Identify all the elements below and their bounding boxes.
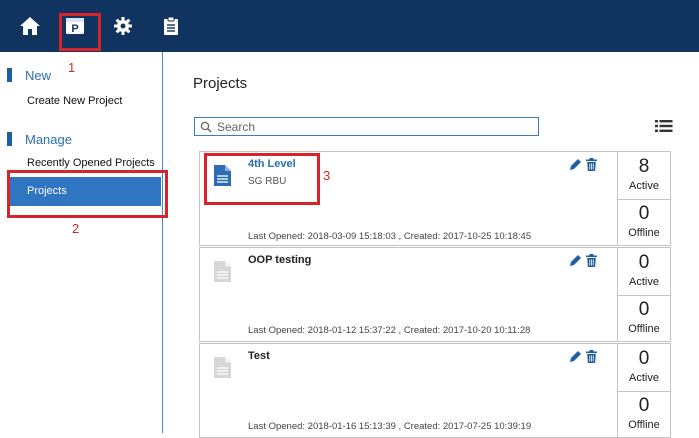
active-count: 8 xyxy=(638,156,650,177)
annotation-number-1: 1 xyxy=(68,60,76,75)
delete-icon[interactable] xyxy=(586,158,597,171)
document-icon xyxy=(214,357,231,378)
annotation-number-2: 2 xyxy=(72,221,80,236)
active-label: Active xyxy=(629,372,659,384)
project-stats: 0 Active 0 Offline xyxy=(617,247,671,342)
active-stat: 0 Active xyxy=(618,248,670,295)
annotation-box-3 xyxy=(204,153,320,205)
annotation-box-1 xyxy=(59,13,101,51)
card-actions xyxy=(569,350,599,364)
active-count: 0 xyxy=(638,348,650,369)
edit-icon[interactable] xyxy=(569,350,582,363)
sidebar-section-manage: Manage xyxy=(7,129,72,149)
project-card[interactable]: Test Last Opened: 2018-01-16 15:13:39 , … xyxy=(199,343,622,438)
top-navigation-bar: P xyxy=(0,0,699,52)
section-marker xyxy=(7,132,12,146)
offline-stat: 0 Offline xyxy=(618,391,670,438)
sidebar-section-new: New xyxy=(7,65,51,85)
active-label: Active xyxy=(629,276,659,288)
offline-count: 0 xyxy=(638,299,650,320)
section-label: Manage xyxy=(25,131,72,147)
card-actions xyxy=(569,158,599,172)
page-title: Projects xyxy=(193,75,248,92)
section-marker xyxy=(7,68,12,82)
gear-icon[interactable] xyxy=(109,12,137,40)
active-label: Active xyxy=(629,180,659,192)
home-icon[interactable] xyxy=(16,12,44,40)
card-actions xyxy=(569,254,599,268)
annotation-box-2 xyxy=(7,170,168,218)
clipboard-icon[interactable] xyxy=(157,12,185,40)
document-icon xyxy=(214,261,231,282)
search-placeholder: Search xyxy=(217,120,256,134)
search-icon xyxy=(200,121,212,133)
offline-label: Offline xyxy=(628,323,660,335)
project-name[interactable]: OOP testing xyxy=(248,254,311,266)
project-stats: 0 Active 0 Offline xyxy=(617,343,671,438)
delete-icon[interactable] xyxy=(586,350,597,363)
offline-stat: 0 Offline xyxy=(618,199,670,246)
project-meta: Last Opened: 2018-01-16 15:13:39 , Creat… xyxy=(248,421,532,432)
offline-label: Offline xyxy=(628,227,660,239)
offline-count: 0 xyxy=(638,203,650,224)
annotation-number-3: 3 xyxy=(323,168,331,183)
offline-label: Offline xyxy=(628,419,660,431)
delete-icon[interactable] xyxy=(586,254,597,267)
edit-icon[interactable] xyxy=(569,254,582,267)
offline-stat: 0 Offline xyxy=(618,295,670,342)
sidebar xyxy=(0,52,163,433)
active-stat: 0 Active xyxy=(618,344,670,391)
project-name[interactable]: Test xyxy=(248,350,270,362)
project-meta: Last Opened: 2018-03-09 15:18:03 , Creat… xyxy=(248,231,532,242)
sidebar-item-recently-opened[interactable]: Recently Opened Projects xyxy=(27,157,155,169)
project-stats: 8 Active 0 Offline xyxy=(617,151,671,246)
edit-icon[interactable] xyxy=(569,158,582,171)
sidebar-item-create-new-project[interactable]: Create New Project xyxy=(27,95,122,107)
offline-count: 0 xyxy=(638,395,650,416)
project-card[interactable]: OOP testing Last Opened: 2018-01-12 15:3… xyxy=(199,247,622,342)
list-view-icon[interactable] xyxy=(655,119,673,133)
section-label: New xyxy=(25,67,52,83)
active-count: 0 xyxy=(638,252,650,273)
active-stat: 8 Active xyxy=(618,152,670,199)
project-meta: Last Opened: 2018-01-12 15:37:22 , Creat… xyxy=(248,325,531,336)
search-input[interactable]: Search xyxy=(194,117,539,136)
